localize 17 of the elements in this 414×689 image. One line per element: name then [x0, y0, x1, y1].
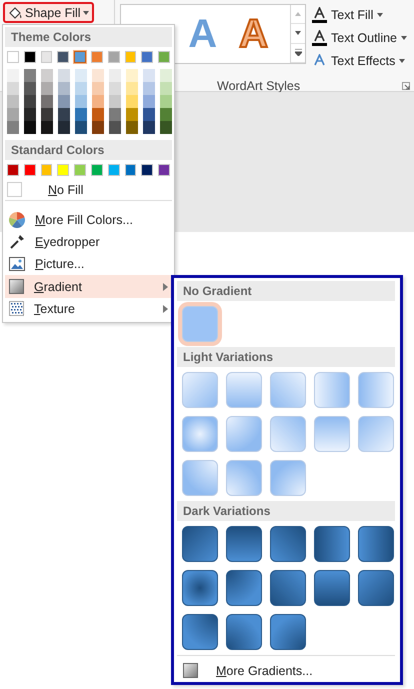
menu-item[interactable]: Gradient [5, 275, 172, 298]
section-header: Light Variations [177, 347, 395, 367]
menu-item[interactable]: Picture... [5, 253, 172, 276]
menu-item[interactable]: More Fill Colors... [5, 208, 172, 231]
text-format-button[interactable]: Text Fill [312, 6, 408, 23]
menu-item[interactable]: Texture [5, 298, 172, 320]
section-header: Theme Colors [5, 27, 172, 47]
text-format-button[interactable]: Text Outline [312, 29, 408, 46]
group-label: WordArt Styles [217, 79, 300, 93]
text-format-button[interactable]: Text Effects [312, 52, 408, 69]
section-header: Standard Colors [5, 140, 172, 160]
section-header: No Gradient [177, 281, 395, 301]
section-header: Dark Variations [177, 501, 395, 521]
no-fill-item[interactable]: No Fill [5, 180, 172, 201]
shape-fill-button[interactable]: Shape Fill [3, 2, 94, 23]
menu-item[interactable]: Eyedropper [5, 230, 172, 254]
more-gradients-item[interactable]: More Gradients... [177, 655, 395, 681]
